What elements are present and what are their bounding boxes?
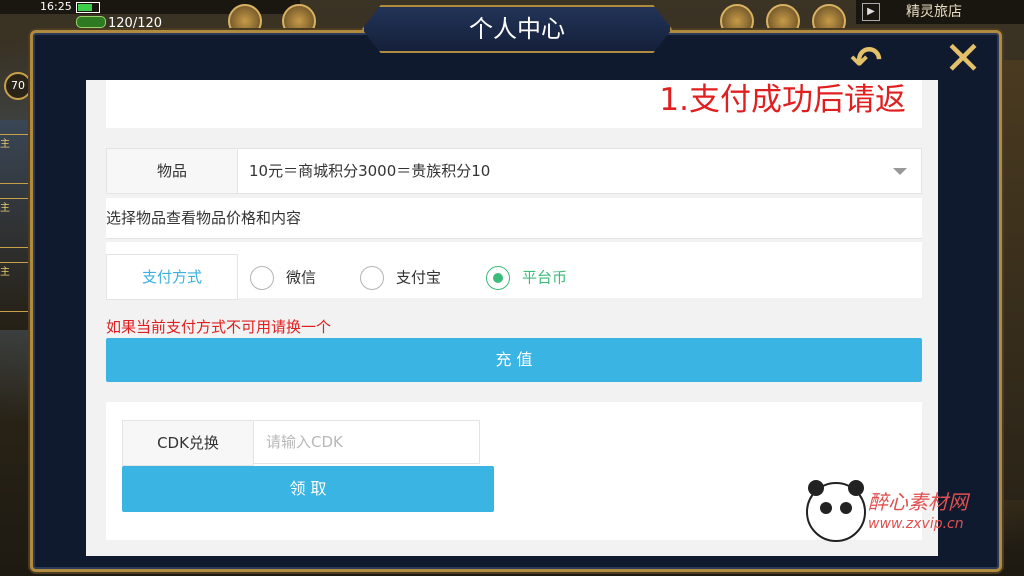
radio-checked-icon[interactable] — [486, 265, 510, 290]
radio-icon[interactable] — [250, 265, 274, 290]
sprite-inn-label: 精灵旅店 — [906, 4, 962, 20]
item-label: 物品 — [107, 149, 238, 193]
level-badge: 70 — [4, 72, 32, 100]
payment-option-platform-coin[interactable]: 平台币 — [486, 264, 567, 290]
payment-warning: 如果当前支付方式不可用请换一个 — [106, 318, 332, 336]
notice-text: 1.支付成功后请返 — [659, 82, 906, 118]
notice-box: 1.支付成功后请返 — [106, 80, 922, 128]
cdk-panel: CDK兑换 领 取 — [106, 402, 922, 540]
cdk-label: CDK兑换 — [122, 420, 254, 466]
recharge-button[interactable]: 充 值 — [106, 338, 922, 382]
close-button[interactable]: ✕ — [934, 34, 992, 82]
item-select[interactable]: 10元＝商城积分3000＝贵族积分10 — [249, 149, 909, 193]
watermark-url: www.zxvip.cn — [868, 516, 964, 532]
payment-option-wechat[interactable]: 微信 — [250, 264, 316, 290]
payment-option-alipay[interactable]: 支付宝 — [360, 264, 441, 290]
quest-tag[interactable]: 主 — [0, 198, 32, 248]
payment-option-label: 微信 — [286, 268, 317, 287]
payment-method-row: 支付方式 微信 支付宝 平台币 — [106, 242, 922, 300]
watermark: 醉心素材网 www.zxvip.cn — [806, 480, 1006, 542]
payment-option-label: 平台币 — [522, 268, 568, 287]
back-button[interactable]: ↶ — [836, 40, 896, 80]
watermark-title: 醉心素材网 — [868, 490, 968, 514]
energy-icon — [76, 16, 106, 28]
panda-logo-icon — [806, 480, 866, 542]
clock: 16:25 — [40, 0, 72, 13]
battery-icon — [76, 2, 100, 13]
sprite-inn-button[interactable]: ▶ 精灵旅店 — [856, 0, 1024, 24]
chevron-down-icon[interactable] — [893, 168, 907, 175]
payment-method-label: 支付方式 — [106, 254, 238, 300]
item-hint: 选择物品查看物品价格和内容 — [106, 198, 922, 239]
radio-icon[interactable] — [360, 265, 384, 290]
energy-counter: 120/120 — [108, 16, 163, 31]
quest-tag[interactable]: 主 — [0, 262, 32, 312]
close-icon: ✕ — [943, 31, 983, 85]
claim-button[interactable]: 领 取 — [122, 466, 494, 512]
cdk-input[interactable] — [254, 420, 480, 464]
payment-option-label: 支付宝 — [396, 268, 442, 287]
back-arrow-icon: ↶ — [850, 38, 882, 82]
item-select-row[interactable]: 物品 10元＝商城积分3000＝贵族积分10 — [106, 148, 922, 194]
dialog-title: 个人中心 — [362, 5, 672, 53]
left-quest-panel: 主 主 主 — [0, 120, 32, 330]
play-arrow-icon: ▶ — [862, 3, 880, 21]
quest-tag[interactable]: 主 — [0, 134, 32, 184]
